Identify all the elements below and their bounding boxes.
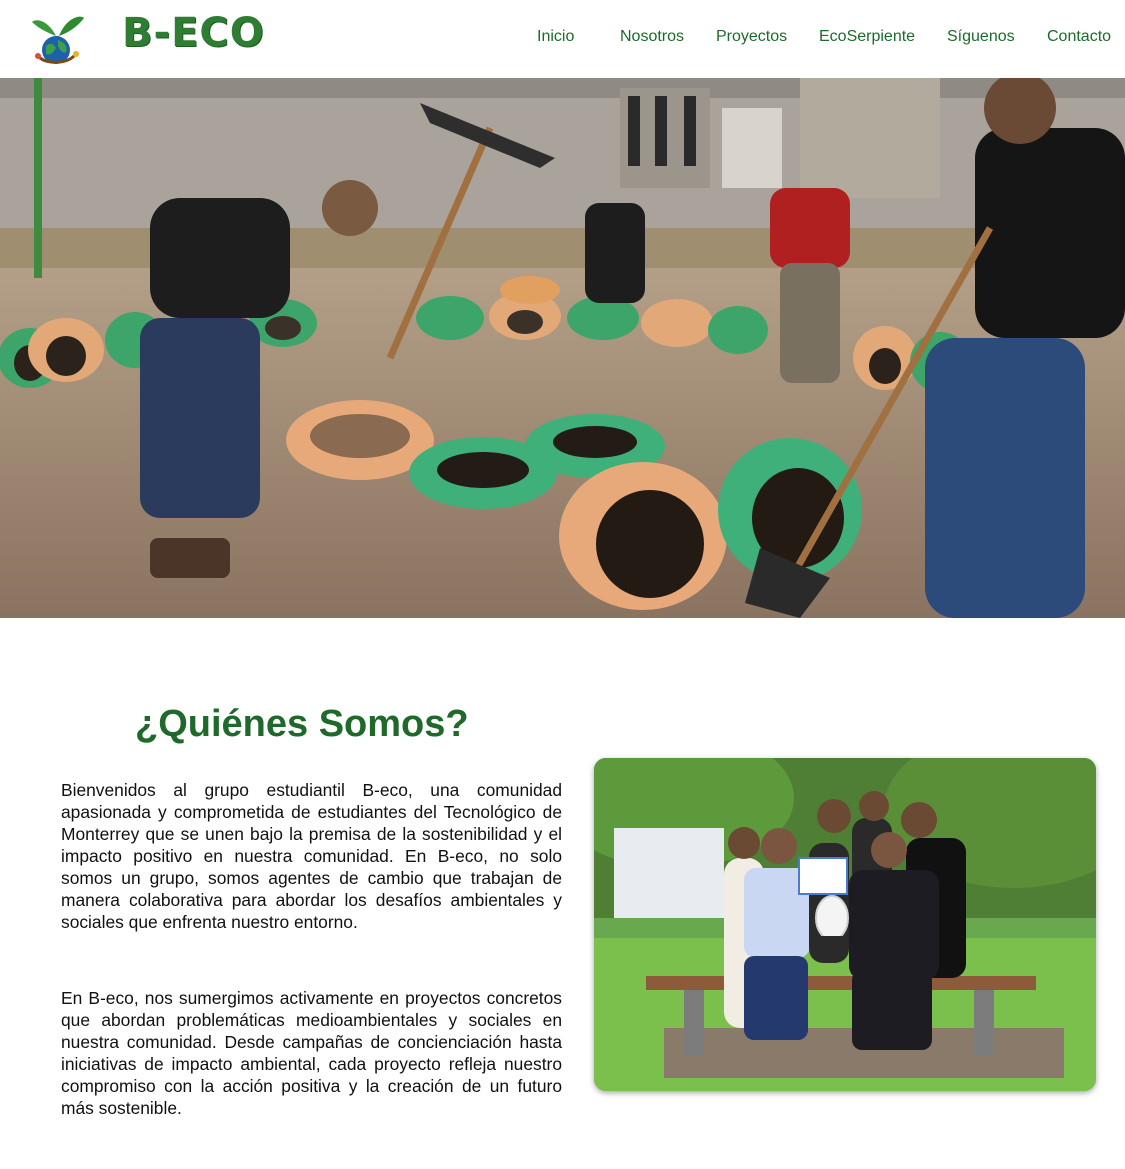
- nav-inicio[interactable]: Inicio: [537, 28, 574, 46]
- site-header: B-ECO Inicio Nosotros Proyectos EcoSerpi…: [0, 0, 1125, 78]
- nav-nosotros[interactable]: Nosotros: [620, 28, 684, 46]
- nav-ecoserpiente[interactable]: EcoSerpiente: [819, 28, 915, 46]
- about-paragraph-1: Bienvenidos al grupo estudiantil B-eco, …: [61, 780, 562, 932]
- nav-siguenos[interactable]: Síguenos: [947, 28, 1015, 46]
- globe-sprout-logo-icon[interactable]: [26, 6, 90, 66]
- nav-contacto[interactable]: Contacto: [1047, 28, 1111, 46]
- nav-proyectos[interactable]: Proyectos: [716, 28, 787, 46]
- hero-photo: [0, 78, 1125, 618]
- brand-logo-text[interactable]: B-ECO: [122, 10, 265, 56]
- team-award-photo: [594, 758, 1096, 1091]
- about-paragraph-2: En B-eco, nos sumergimos activamente en …: [61, 988, 562, 1118]
- about-title: ¿Quiénes Somos?: [135, 703, 469, 745]
